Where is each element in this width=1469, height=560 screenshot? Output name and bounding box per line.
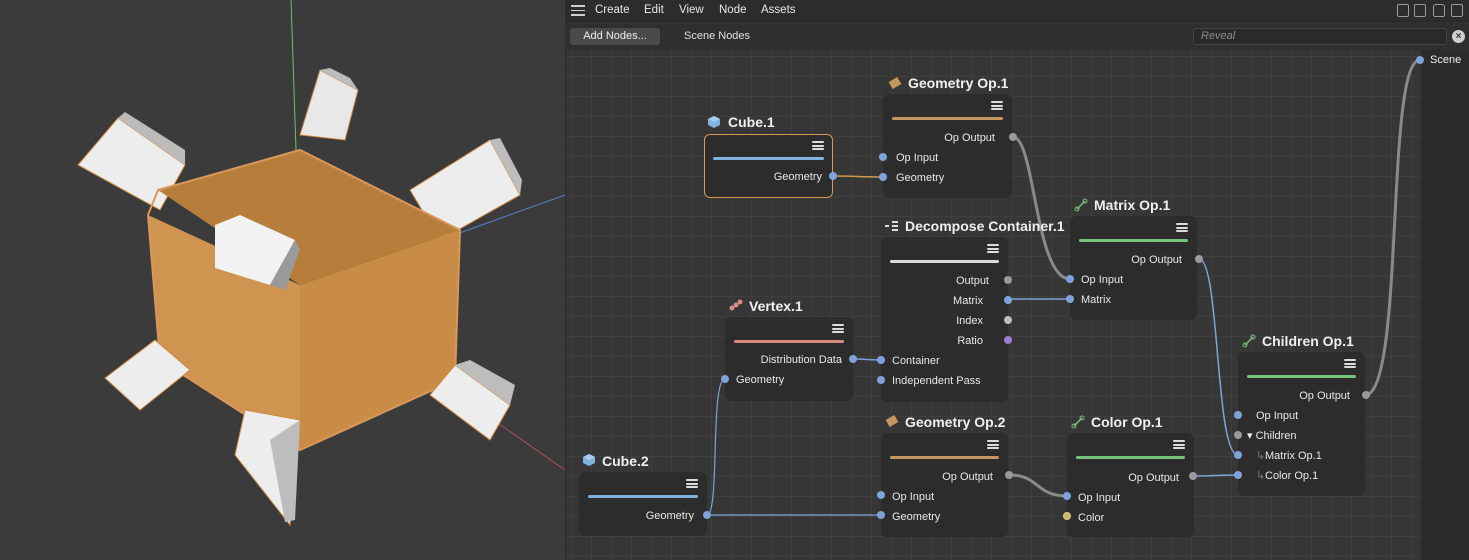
port-label-op-output: Op Output bbox=[942, 471, 993, 483]
node-geometry-op1[interactable]: Op Output Op Input Geometry bbox=[883, 94, 1012, 198]
node-menu-icon[interactable] bbox=[987, 244, 999, 255]
input-port-op-input[interactable] bbox=[1066, 275, 1074, 283]
input-port-op-input[interactable] bbox=[877, 491, 885, 499]
port-label-geometry: Geometry bbox=[645, 510, 694, 522]
output-port-index[interactable] bbox=[1004, 316, 1012, 324]
node-menu-icon[interactable] bbox=[1173, 440, 1185, 451]
3d-viewport[interactable] bbox=[0, 0, 565, 560]
port-label-geometry: Geometry bbox=[896, 172, 945, 184]
node-menu-icon[interactable] bbox=[1176, 223, 1188, 234]
output-port-distribution-data[interactable] bbox=[849, 355, 857, 363]
node-title-geomop2: Geometry Op.2 bbox=[905, 414, 1006, 430]
port-label-color-op1: Color Op.1 bbox=[1265, 470, 1319, 482]
cube-icon bbox=[583, 454, 595, 466]
input-port-children[interactable] bbox=[1234, 431, 1242, 439]
node-matrix-op1[interactable]: Op Output Op Input Matrix bbox=[1070, 216, 1197, 320]
geometry-op-icon bbox=[888, 77, 902, 89]
node-title-cube2: Cube.2 bbox=[602, 453, 649, 469]
geometry-op-icon bbox=[885, 415, 899, 427]
port-label-children: ▾ Children bbox=[1247, 430, 1297, 442]
port-label-matrix: Matrix bbox=[953, 295, 983, 307]
child-connector-arrow-icon: ↳ bbox=[1256, 470, 1266, 482]
port-label-op-input: Op Input bbox=[1256, 410, 1299, 422]
node-geometry-op2[interactable]: Op Output Op Input Geometry bbox=[881, 433, 1008, 537]
input-port-op-input[interactable] bbox=[1234, 411, 1242, 419]
node-color-op1[interactable]: Op Output Op Input Color bbox=[1067, 433, 1194, 537]
output-port-op-output[interactable] bbox=[1005, 471, 1013, 479]
port-label-distribution-data: Distribution Data bbox=[760, 354, 842, 366]
input-port-color-op1[interactable] bbox=[1234, 471, 1242, 479]
input-port-geometry[interactable] bbox=[877, 511, 885, 519]
node-editor: Create Edit View Node Assets Add Nodes..… bbox=[565, 0, 1469, 560]
children-op-icon bbox=[1242, 334, 1256, 348]
port-label-geometry: Geometry bbox=[736, 374, 785, 386]
node-menu-icon[interactable] bbox=[832, 324, 844, 335]
decompose-icon bbox=[885, 221, 898, 231]
node-menu-icon[interactable] bbox=[987, 440, 999, 451]
node-menu-icon[interactable] bbox=[1344, 359, 1356, 370]
input-port-independent-pass[interactable] bbox=[877, 376, 885, 384]
port-label-op-input: Op Input bbox=[1081, 274, 1124, 286]
output-port-matrix[interactable] bbox=[1004, 296, 1012, 304]
node-vertex1[interactable]: Distribution Data Geometry bbox=[725, 317, 853, 401]
input-port-matrix-op1[interactable] bbox=[1234, 451, 1242, 459]
port-label-container: Container bbox=[892, 355, 940, 367]
output-port-geometry[interactable] bbox=[829, 172, 837, 180]
port-label-matrix-op1: Matrix Op.1 bbox=[1265, 450, 1322, 462]
port-label-op-input: Op Input bbox=[1078, 492, 1121, 504]
scene-input-port[interactable] bbox=[1416, 56, 1424, 64]
port-label-op-output: Op Output bbox=[1131, 254, 1182, 266]
node-title-decompose: Decompose Container.1 bbox=[905, 218, 1065, 234]
child-connector-arrow-icon: ↳ bbox=[1256, 450, 1266, 462]
port-label-op-input: Op Input bbox=[892, 491, 935, 503]
port-label-geometry: Geometry bbox=[892, 511, 941, 523]
node-menu-icon[interactable] bbox=[991, 101, 1003, 112]
output-port-op-output[interactable] bbox=[1189, 472, 1197, 480]
node-cube2[interactable]: Geometry bbox=[579, 472, 707, 536]
input-port-op-input[interactable] bbox=[879, 153, 887, 161]
output-port-op-output[interactable] bbox=[1195, 255, 1203, 263]
cube-icon bbox=[708, 116, 720, 128]
input-port-color[interactable] bbox=[1063, 512, 1071, 520]
output-port-ratio[interactable] bbox=[1004, 336, 1012, 344]
port-label-output: Output bbox=[955, 275, 989, 287]
port-label-matrix: Matrix bbox=[1081, 294, 1111, 306]
node-decompose-container1[interactable]: Output Matrix Index Ratio Container Inde… bbox=[881, 237, 1008, 402]
node-cube1[interactable]: Geometry bbox=[704, 134, 833, 198]
input-port-matrix[interactable] bbox=[1066, 295, 1074, 303]
vertex-icon bbox=[729, 299, 743, 311]
input-port-geometry[interactable] bbox=[879, 173, 887, 181]
scene-label: Scene bbox=[1430, 54, 1462, 66]
port-label-geometry: Geometry bbox=[773, 171, 822, 183]
viewport-scene bbox=[77, 0, 565, 527]
node-children-op1[interactable]: Op Output Op Input ▾ Children ↳ Matrix O… bbox=[1238, 352, 1365, 496]
port-label-op-input: Op Input bbox=[896, 152, 939, 164]
output-port-output[interactable] bbox=[1004, 276, 1012, 284]
port-label-op-output: Op Output bbox=[1299, 390, 1350, 402]
children-group-label: Children bbox=[1255, 430, 1297, 442]
node-title-vertex1: Vertex.1 bbox=[749, 298, 803, 314]
port-label-ratio: Ratio bbox=[957, 335, 983, 347]
node-title-geomop1: Geometry Op.1 bbox=[908, 75, 1009, 91]
port-label-op-output: Op Output bbox=[944, 132, 995, 144]
node-title-colorop1: Color Op.1 bbox=[1091, 414, 1163, 430]
input-port-op-input[interactable] bbox=[1063, 492, 1071, 500]
node-menu-icon[interactable] bbox=[686, 479, 698, 490]
node-title-childrenop1: Children Op.1 bbox=[1262, 333, 1354, 349]
port-label-op-output: Op Output bbox=[1128, 472, 1179, 484]
color-op-icon bbox=[1071, 415, 1085, 429]
input-port-container[interactable] bbox=[877, 356, 885, 364]
output-port-op-output[interactable] bbox=[1362, 391, 1370, 399]
port-label-color: Color bbox=[1078, 512, 1105, 524]
node-menu-icon[interactable] bbox=[812, 141, 824, 152]
port-label-independent-pass: Independent Pass bbox=[892, 375, 981, 387]
node-title-cube1: Cube.1 bbox=[728, 114, 775, 130]
matrix-op-icon bbox=[1074, 198, 1088, 212]
port-label-index: Index bbox=[956, 315, 983, 327]
output-port-op-output[interactable] bbox=[1009, 133, 1017, 141]
node-title-matrixop1: Matrix Op.1 bbox=[1094, 197, 1171, 213]
input-port-geometry[interactable] bbox=[721, 375, 729, 383]
output-port-geometry[interactable] bbox=[703, 511, 711, 519]
